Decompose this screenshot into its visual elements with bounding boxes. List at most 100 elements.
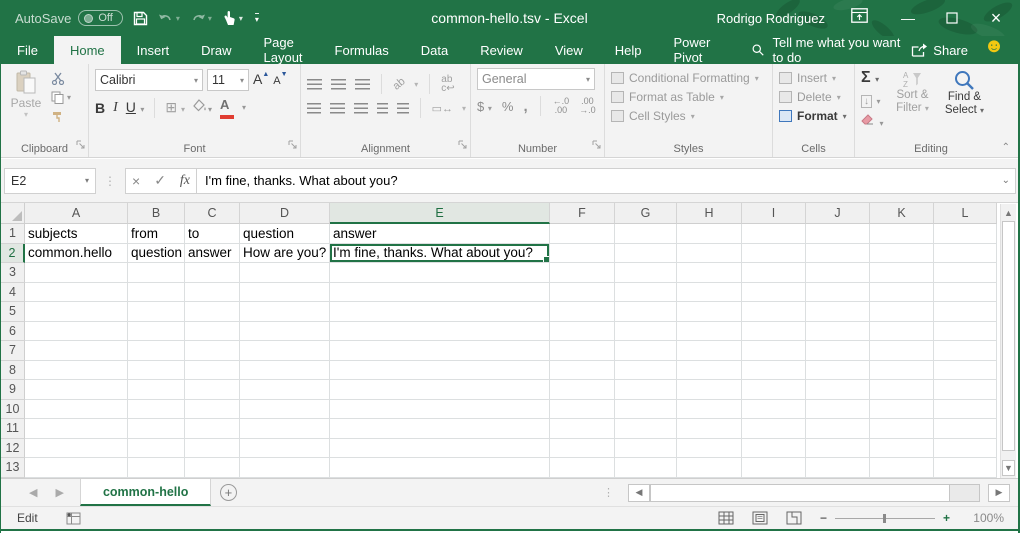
cell-H4[interactable] (677, 283, 742, 303)
previous-sheet-arrow[interactable]: ◀ (29, 486, 37, 499)
cell-I13[interactable] (742, 458, 806, 478)
sheet-tab[interactable]: common-hello (80, 479, 211, 506)
cell-C10[interactable] (185, 400, 240, 420)
row-header-8[interactable]: 8 (1, 361, 25, 381)
tab-formulas[interactable]: Formulas (319, 36, 405, 64)
cell-J7[interactable] (806, 341, 870, 361)
scroll-right-arrow[interactable]: ▶ (988, 484, 1010, 502)
undo-button[interactable]: ▾ (158, 11, 180, 25)
cell-A3[interactable] (25, 263, 128, 283)
cell-K5[interactable] (870, 302, 934, 322)
cell-E5[interactable] (330, 302, 550, 322)
cell-I4[interactable] (742, 283, 806, 303)
align-right-button[interactable] (354, 103, 368, 114)
cell-H11[interactable] (677, 419, 742, 439)
borders-button[interactable]: ⊞ ▾ (165, 99, 185, 116)
row-header-4[interactable]: 4 (1, 283, 25, 303)
minimize-button[interactable]: — (886, 0, 930, 36)
cell-G10[interactable] (615, 400, 677, 420)
cell-H2[interactable] (677, 244, 742, 264)
cell-I11[interactable] (742, 419, 806, 439)
cell-F8[interactable] (550, 361, 615, 381)
column-header-E[interactable]: E (330, 203, 550, 224)
cell-B1[interactable]: from (128, 224, 185, 244)
cell-J13[interactable] (806, 458, 870, 478)
cell-A2[interactable]: common.hello (25, 244, 128, 264)
cut-button[interactable] (51, 72, 71, 85)
cell-I2[interactable] (742, 244, 806, 264)
column-header-J[interactable]: J (806, 203, 870, 224)
cell-I5[interactable] (742, 302, 806, 322)
cell-B11[interactable] (128, 419, 185, 439)
cell-E10[interactable] (330, 400, 550, 420)
column-header-G[interactable]: G (615, 203, 677, 224)
cell-K2[interactable] (870, 244, 934, 264)
select-all-corner[interactable] (1, 203, 25, 224)
undo-dropdown-icon[interactable]: ▾ (176, 14, 180, 23)
column-header-B[interactable]: B (128, 203, 185, 224)
autosave-toggle[interactable]: AutoSave Off (15, 10, 123, 26)
cell-H3[interactable] (677, 263, 742, 283)
font-color-button[interactable]: A (220, 96, 234, 119)
cell-G6[interactable] (615, 322, 677, 342)
paste-dropdown-icon[interactable]: ▾ (24, 110, 28, 119)
cell-L12[interactable] (934, 439, 997, 459)
cell-K9[interactable] (870, 380, 934, 400)
cell-G2[interactable] (615, 244, 677, 264)
cell-L3[interactable] (934, 263, 997, 283)
cell-J12[interactable] (806, 439, 870, 459)
cell-F10[interactable] (550, 400, 615, 420)
cell-L8[interactable] (934, 361, 997, 381)
save-button[interactable] (133, 11, 148, 26)
cell-L9[interactable] (934, 380, 997, 400)
decrease-font-size-button[interactable]: A▼ (273, 71, 287, 89)
cell-C2[interactable]: answer (185, 244, 240, 264)
collapse-ribbon-button[interactable]: ⌃ (1002, 142, 1010, 153)
delete-cells-button[interactable]: Delete▾ (779, 90, 850, 104)
cancel-button[interactable]: × (132, 173, 140, 189)
cell-A13[interactable] (25, 458, 128, 478)
format-as-table-button[interactable]: Format as Table▾ (611, 90, 768, 104)
cell-E12[interactable] (330, 439, 550, 459)
cell-E7[interactable] (330, 341, 550, 361)
cell-C8[interactable] (185, 361, 240, 381)
bold-button[interactable]: B (95, 100, 105, 116)
cell-F2[interactable] (550, 244, 615, 264)
cell-B2[interactable]: question (128, 244, 185, 264)
cell-I12[interactable] (742, 439, 806, 459)
cell-L7[interactable] (934, 341, 997, 361)
customize-quick-access-button[interactable]: ▾ (253, 13, 259, 24)
orientation-dropdown-icon[interactable]: ▾ (414, 80, 418, 89)
cell-A7[interactable] (25, 341, 128, 361)
cell-K8[interactable] (870, 361, 934, 381)
user-name[interactable]: Rodrigo Rodriguez (717, 11, 825, 26)
row-header-13[interactable]: 13 (1, 458, 25, 478)
page-break-preview-button[interactable] (786, 511, 802, 525)
name-box[interactable]: E2 ▾ (4, 168, 96, 194)
cell-C13[interactable] (185, 458, 240, 478)
cell-H8[interactable] (677, 361, 742, 381)
row-header-11[interactable]: 11 (1, 419, 25, 439)
cell-E6[interactable] (330, 322, 550, 342)
column-header-K[interactable]: K (870, 203, 934, 224)
cell-K12[interactable] (870, 439, 934, 459)
formula-bar-splitter[interactable]: ⋮ (104, 174, 117, 188)
wrap-text-button[interactable]: abc↩ (441, 75, 454, 93)
cell-C1[interactable]: to (185, 224, 240, 244)
cell-F3[interactable] (550, 263, 615, 283)
cell-A9[interactable] (25, 380, 128, 400)
redo-dropdown-icon[interactable]: ▾ (208, 14, 212, 23)
cell-G11[interactable] (615, 419, 677, 439)
tab-page-layout[interactable]: Page Layout (248, 36, 319, 64)
cell-G7[interactable] (615, 341, 677, 361)
column-header-F[interactable]: F (550, 203, 615, 224)
decrease-decimal-button[interactable]: .00→.0 (579, 97, 596, 115)
maximize-button[interactable] (930, 0, 974, 36)
cell-J5[interactable] (806, 302, 870, 322)
cell-J6[interactable] (806, 322, 870, 342)
cell-D11[interactable] (240, 419, 330, 439)
insert-function-button[interactable]: fx (180, 173, 190, 189)
cell-A4[interactable] (25, 283, 128, 303)
expand-formula-bar-icon[interactable]: ⌄ (1002, 175, 1010, 186)
horizontal-scrollbar[interactable]: ◀ ▶ (628, 479, 1010, 506)
